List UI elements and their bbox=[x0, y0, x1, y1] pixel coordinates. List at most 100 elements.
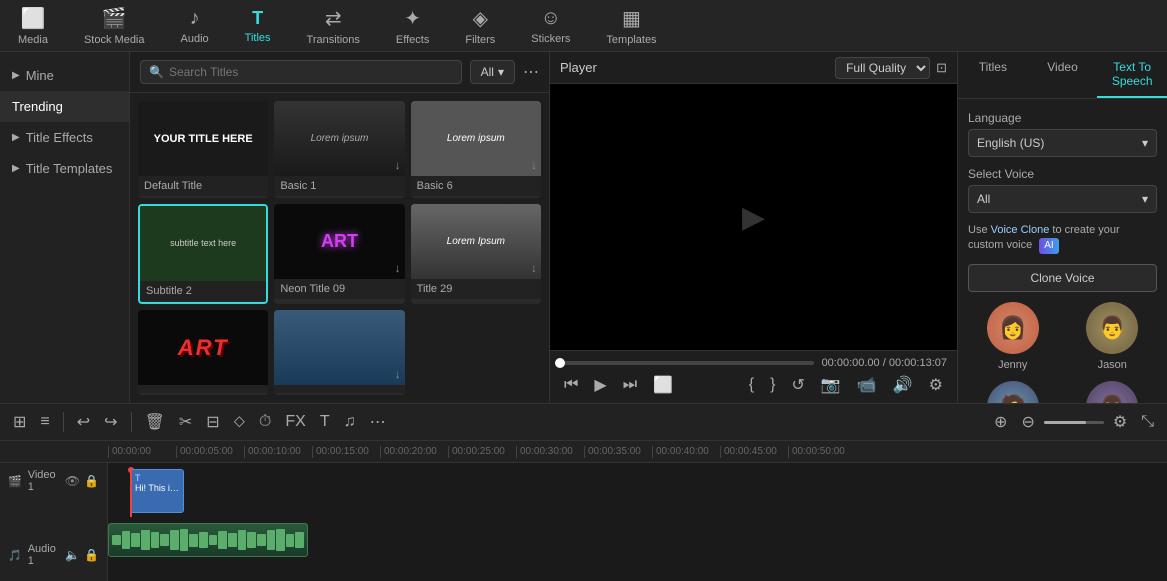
out-point-button[interactable]: } bbox=[766, 374, 779, 396]
lock-icon[interactable]: 🔒 bbox=[84, 474, 99, 488]
tab-titles[interactable]: Titles bbox=[958, 52, 1028, 98]
tool-audio[interactable]: ♪ Audio bbox=[173, 3, 217, 49]
settings2-button[interactable]: ⚙ bbox=[1108, 409, 1132, 435]
skip-back-button[interactable]: ⏮ bbox=[560, 374, 582, 396]
title-item-neon09[interactable]: ART ↓ Neon Title 09 bbox=[274, 204, 404, 305]
tool-stock-media[interactable]: 🎬 Stock Media bbox=[76, 2, 153, 50]
audio-clip[interactable] bbox=[108, 523, 308, 557]
wave-bar bbox=[267, 530, 276, 550]
volume-slider[interactable] bbox=[1044, 421, 1104, 424]
tool-transitions[interactable]: ⇄ Transitions bbox=[299, 2, 368, 50]
title-item-basic1[interactable]: Lorem ipsum ↓ Basic 1 bbox=[274, 101, 404, 198]
tool-filters[interactable]: ◈ Filters bbox=[457, 2, 503, 50]
bob-avatar: 👨 bbox=[1086, 381, 1138, 403]
search-box[interactable]: 🔍 bbox=[140, 60, 462, 84]
sidebar-item-mine[interactable]: ▶ Mine bbox=[0, 60, 129, 91]
play-button[interactable]: ▶ bbox=[590, 373, 610, 397]
title-item-basic6[interactable]: Lorem ipsum ↓ Basic 6 bbox=[411, 101, 541, 198]
clone-voice-button[interactable]: Clone Voice bbox=[968, 264, 1157, 292]
templates-icon: ▦ bbox=[622, 6, 641, 31]
more-options-button[interactable]: ⋯ bbox=[523, 62, 539, 82]
title-thumb-basic1: Lorem ipsum ↓ bbox=[274, 101, 404, 176]
title-thumb-basic6: Lorem ipsum ↓ bbox=[411, 101, 541, 176]
crop-button[interactable]: ⊟ bbox=[201, 409, 224, 435]
audio-track bbox=[108, 523, 1167, 561]
screenshot-button[interactable]: 📷 bbox=[817, 373, 845, 397]
title-item-subtitle2[interactable]: subtitle text here Subtitle 2 bbox=[138, 204, 268, 305]
clip-type-icon: T bbox=[135, 473, 179, 483]
voice-jenny[interactable]: 👩 Jenny bbox=[968, 302, 1058, 371]
fx-button[interactable]: FX bbox=[280, 410, 310, 434]
ruler-mark-4: 00:00:20:00 bbox=[380, 446, 448, 458]
more-edit-button[interactable]: ⋯ bbox=[365, 409, 391, 435]
wave-bar bbox=[209, 535, 218, 545]
ruler-mark-5: 00:00:25:00 bbox=[448, 446, 516, 458]
fullscreen-button[interactable]: ⬜ bbox=[649, 373, 677, 397]
redo-button[interactable]: ↪ bbox=[99, 409, 122, 435]
tool-titles[interactable]: T Titles bbox=[237, 4, 279, 48]
sidebar-item-title-templates[interactable]: ▶ Title Templates bbox=[0, 153, 129, 184]
voice-jason[interactable]: 👨 Jason bbox=[1068, 302, 1158, 371]
player-controls: 00:00:00.00 / 00:00:13:07 ⏮ ▶ ⏭ ⬜ { } ↺ … bbox=[550, 350, 957, 403]
speed-button[interactable]: ⏱ bbox=[254, 410, 276, 434]
title-item-default[interactable]: YOUR TITLE HERE Default Title bbox=[138, 101, 268, 198]
filter-button[interactable]: All ▾ bbox=[470, 60, 515, 84]
filters-icon: ◈ bbox=[473, 6, 488, 31]
title-clip[interactable]: T Hi! This is a... bbox=[130, 469, 184, 513]
wave-bar bbox=[141, 530, 150, 551]
language-select[interactable]: English (US) ▾ bbox=[968, 129, 1157, 157]
keyframe-button[interactable]: ⬦ bbox=[229, 410, 250, 434]
sidebar-item-title-effects[interactable]: ▶ Title Effects bbox=[0, 122, 129, 153]
voice-mark[interactable]: 🧑 Mark bbox=[968, 381, 1058, 403]
progress-bar[interactable] bbox=[560, 361, 814, 365]
camera-button[interactable]: 📹 bbox=[853, 373, 881, 397]
audio-edit-button[interactable]: ♫ bbox=[339, 410, 361, 434]
tool-effects[interactable]: ✦ Effects bbox=[388, 2, 437, 50]
player-label: Player bbox=[560, 60, 597, 75]
mute-icon[interactable]: 🔈 bbox=[65, 548, 80, 562]
titles-icon: T bbox=[252, 8, 263, 29]
delete-button[interactable]: 🗑 bbox=[140, 409, 170, 435]
sidebar-item-trending[interactable]: Trending bbox=[0, 91, 129, 122]
in-point-button[interactable]: { bbox=[745, 374, 758, 396]
stickers-icon: ☺ bbox=[541, 7, 561, 30]
right-panel-content: Language English (US) ▾ Select Voice All… bbox=[958, 99, 1167, 403]
voice-bob[interactable]: 👨 Bob bbox=[1068, 381, 1158, 403]
download-icon-neon09: ↓ bbox=[395, 261, 401, 275]
settings-button[interactable]: ⚙ bbox=[925, 373, 947, 397]
undo-button[interactable]: ↩ bbox=[72, 409, 95, 435]
title-item-photo1[interactable]: ↓ bbox=[274, 310, 404, 395]
quality-select[interactable]: Full Quality bbox=[835, 57, 930, 79]
titleeffects-expand-icon: ▶ bbox=[12, 132, 20, 143]
loop-button[interactable]: ↺ bbox=[787, 373, 808, 397]
search-input[interactable] bbox=[169, 65, 453, 79]
volume-button[interactable]: 🔊 bbox=[889, 373, 917, 397]
tool-templates[interactable]: ▦ Templates bbox=[598, 2, 664, 50]
title-label-subtitle2: Subtitle 2 bbox=[140, 281, 266, 301]
text-button[interactable]: T bbox=[315, 410, 335, 434]
effects-icon: ✦ bbox=[404, 6, 421, 31]
tool-stickers[interactable]: ☺ Stickers bbox=[523, 3, 578, 49]
tab-video[interactable]: Video bbox=[1028, 52, 1098, 98]
timeline-tracks: 🎬 Video 1 👁 🔒 🎵 Audio 1 🔈 🔒 bbox=[0, 463, 1167, 581]
snap-button[interactable]: ⊕ bbox=[989, 409, 1012, 435]
magnet-button[interactable]: ⊖ bbox=[1016, 409, 1039, 435]
voice-clone-link[interactable]: Voice Clone bbox=[991, 224, 1050, 236]
title-thumb-subtitle2: subtitle text here bbox=[140, 206, 266, 281]
grid-view-button[interactable]: ⊞ bbox=[8, 409, 31, 435]
wave-bar bbox=[112, 535, 121, 545]
eye-icon[interactable]: 👁 bbox=[65, 474, 80, 488]
fullscreen2-button[interactable]: ⤡ bbox=[1136, 410, 1159, 434]
voice-select[interactable]: All ▾ bbox=[968, 185, 1157, 213]
wave-bar bbox=[180, 529, 189, 551]
list-view-button[interactable]: ≡ bbox=[35, 410, 54, 434]
wave-bar bbox=[257, 534, 266, 546]
skip-forward-button[interactable]: ⏭ bbox=[619, 374, 641, 396]
download-icon-title29: ↓ bbox=[531, 261, 537, 275]
tool-media[interactable]: ⬜ Media bbox=[10, 2, 56, 50]
title-item-artred[interactable]: ART bbox=[138, 310, 268, 395]
tab-tts[interactable]: Text To Speech bbox=[1097, 52, 1167, 98]
title-item-title29[interactable]: Lorem Ipsum ↓ Title 29 bbox=[411, 204, 541, 305]
split-button[interactable]: ✂ bbox=[174, 409, 197, 435]
audio-lock-icon[interactable]: 🔒 bbox=[84, 548, 99, 562]
